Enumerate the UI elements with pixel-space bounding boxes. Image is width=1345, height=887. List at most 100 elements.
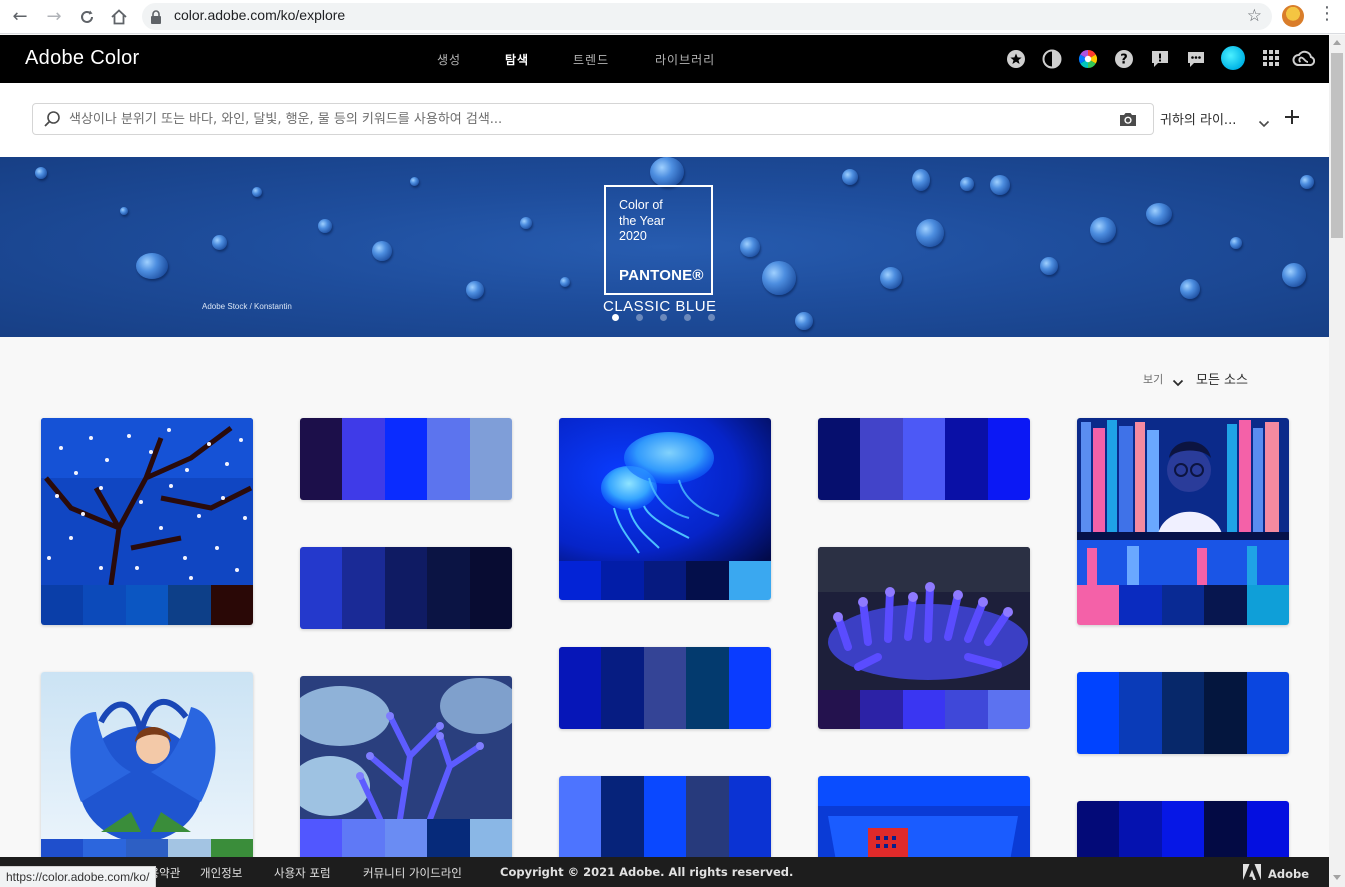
color-wheel-icon[interactable] (1078, 49, 1098, 69)
color-swatch[interactable] (384, 418, 428, 500)
tab-trends[interactable]: 트렌드 (573, 51, 609, 68)
view-label[interactable]: 보기 (1143, 371, 1163, 387)
color-swatch[interactable] (469, 418, 512, 500)
color-swatch[interactable] (601, 647, 644, 729)
color-swatch[interactable] (342, 547, 385, 629)
footer-link-guidelines[interactable]: 커뮤니티 가이드라인 (363, 865, 462, 881)
scroll-thumb[interactable] (1331, 53, 1343, 238)
reload-icon[interactable] (75, 5, 99, 29)
view-source-filter[interactable]: 모든 소스 (1196, 369, 1248, 388)
color-swatch[interactable] (601, 561, 644, 600)
color-swatch[interactable] (469, 547, 512, 629)
camera-icon[interactable] (1119, 111, 1137, 127)
color-swatch[interactable] (902, 418, 946, 500)
color-swatch[interactable] (300, 418, 343, 500)
search-input[interactable] (69, 104, 1109, 134)
url-text[interactable]: color.adobe.com/ko/explore (174, 7, 345, 23)
color-swatch[interactable] (427, 418, 470, 500)
tab-library[interactable]: 라이브러리 (655, 51, 715, 68)
color-swatch[interactable] (41, 585, 84, 625)
scroll-down-arrow-icon[interactable] (1333, 875, 1341, 880)
card-blossom-tree[interactable] (41, 418, 253, 625)
color-swatch[interactable] (728, 647, 771, 729)
hero-banner[interactable]: Color of the Year 2020 PANTONE® CLASSIC … (0, 157, 1329, 337)
color-swatch[interactable] (83, 585, 126, 625)
color-swatch[interactable] (1204, 585, 1247, 625)
card-coral-purple[interactable] (818, 547, 1030, 729)
card-palette-5[interactable] (1077, 672, 1289, 754)
home-icon[interactable] (107, 5, 131, 29)
chevron-down-icon[interactable] (1258, 114, 1270, 128)
avatar[interactable] (1221, 46, 1245, 70)
color-swatch[interactable] (860, 418, 903, 500)
color-swatch[interactable] (559, 561, 602, 600)
color-swatch[interactable] (125, 585, 169, 625)
carousel-dot[interactable] (684, 314, 691, 321)
card-palette-3[interactable] (300, 547, 512, 629)
color-swatch[interactable] (1077, 672, 1120, 754)
color-swatch[interactable] (1161, 585, 1205, 625)
color-swatch[interactable] (860, 690, 903, 729)
color-swatch[interactable] (1161, 672, 1205, 754)
color-swatch[interactable] (818, 690, 861, 729)
color-swatch[interactable] (643, 647, 687, 729)
color-swatch[interactable] (686, 647, 729, 729)
carousel-dot[interactable] (660, 314, 667, 321)
carousel-dot[interactable] (708, 314, 715, 321)
star-icon[interactable] (1006, 49, 1026, 69)
color-swatch[interactable] (902, 690, 946, 729)
color-swatch[interactable] (987, 418, 1030, 500)
color-swatch[interactable] (1246, 585, 1289, 625)
card-library-girl[interactable] (1077, 418, 1289, 625)
color-swatch[interactable] (945, 418, 988, 500)
chat-icon[interactable] (1186, 49, 1206, 69)
creative-cloud-icon[interactable] (1291, 49, 1316, 69)
bookmark-star-icon[interactable]: ☆ (1247, 6, 1262, 26)
tab-create[interactable]: 생성 (437, 51, 461, 68)
color-swatch[interactable] (1119, 585, 1162, 625)
color-swatch[interactable] (342, 418, 385, 500)
color-swatch[interactable] (1077, 585, 1120, 625)
address-bar[interactable]: color.adobe.com/ko/explore ☆ (142, 3, 1272, 30)
chevron-down-icon[interactable] (1172, 373, 1184, 387)
footer-link-forum[interactable]: 사용자 포럼 (274, 865, 331, 881)
card-flower-girl[interactable] (41, 672, 253, 872)
color-swatch[interactable] (384, 547, 428, 629)
browser-profile-icon[interactable] (1282, 5, 1304, 27)
footer-link-privacy[interactable]: 개인정보 (200, 865, 242, 881)
color-swatch[interactable] (168, 585, 211, 625)
color-swatch[interactable] (643, 561, 687, 600)
page-scrollbar[interactable] (1329, 35, 1345, 887)
color-swatch[interactable] (728, 561, 771, 600)
back-arrow-icon[interactable]: ← (8, 5, 32, 29)
color-swatch[interactable] (427, 547, 470, 629)
feedback-icon[interactable] (1150, 49, 1170, 69)
add-library-button[interactable] (1284, 106, 1300, 130)
color-swatch[interactable] (559, 647, 602, 729)
carousel-dot[interactable] (612, 314, 619, 321)
search-box[interactable] (32, 103, 1154, 135)
apps-grid-icon[interactable] (1262, 49, 1282, 69)
color-swatch[interactable] (210, 585, 253, 625)
footer-brand[interactable]: Adobe (1268, 867, 1309, 881)
color-swatch[interactable] (987, 690, 1030, 729)
color-swatch[interactable] (300, 547, 343, 629)
color-swatch[interactable] (686, 561, 729, 600)
help-icon[interactable]: ? (1114, 49, 1134, 69)
adobe-logo-icon[interactable] (1243, 864, 1261, 880)
color-swatch[interactable] (945, 690, 988, 729)
color-swatch[interactable] (818, 418, 861, 500)
card-palette-2[interactable] (818, 418, 1030, 500)
app-logo[interactable]: Adobe Color (25, 47, 139, 70)
card-jellyfish[interactable] (559, 418, 771, 600)
card-palette-1[interactable] (300, 418, 512, 500)
color-swatch[interactable] (1119, 672, 1162, 754)
color-swatch[interactable] (1204, 672, 1247, 754)
card-coral-blue[interactable] (300, 676, 512, 872)
scroll-up-arrow-icon[interactable] (1333, 40, 1341, 45)
library-select[interactable]: 귀하의 라이... (1160, 109, 1236, 128)
forward-arrow-icon[interactable]: → (42, 5, 66, 29)
contrast-icon[interactable] (1042, 49, 1062, 69)
browser-menu-icon[interactable]: ⋮ (1318, 3, 1336, 24)
card-palette-4[interactable] (559, 647, 771, 729)
